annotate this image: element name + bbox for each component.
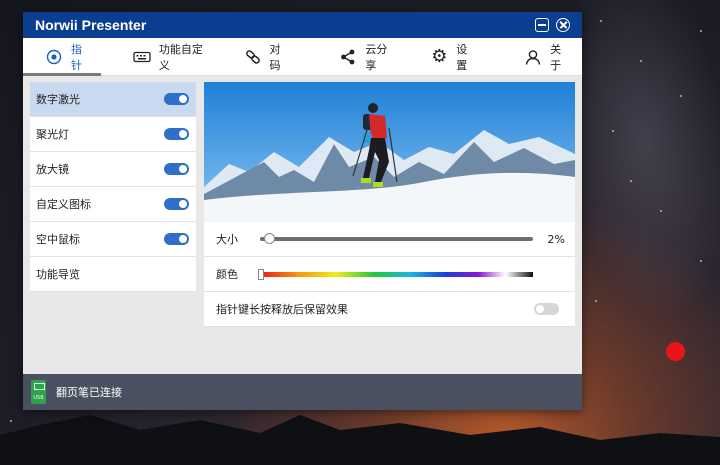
spotlight-toggle[interactable]	[164, 128, 189, 140]
minimize-button[interactable]	[535, 18, 549, 32]
preview-image	[204, 82, 575, 222]
sidebar-item-air-mouse[interactable]: 空中鼠标	[30, 222, 196, 257]
settings-panel: 大小 2% 颜色 指针键长按释放后保留效果	[204, 82, 575, 327]
size-value: 2%	[547, 232, 565, 246]
window-title: Norwii Presenter	[35, 17, 147, 33]
size-slider-thumb[interactable]	[264, 233, 275, 244]
usb-label: USB	[33, 395, 44, 401]
share-icon	[339, 48, 357, 66]
main-content: 数字激光 聚光灯 放大镜 自定义图标 空中鼠标 功能导览 大小 2% 颜色 指针…	[23, 76, 582, 374]
tab-label: 功能自定义	[158, 42, 203, 72]
keep-effect-row: 指针键长按释放后保留效果	[204, 292, 575, 327]
tab-label: 云分享	[365, 42, 388, 72]
tab-pairing[interactable]: 对码	[224, 38, 302, 76]
function-sidebar: 数字激光 聚光灯 放大镜 自定义图标 空中鼠标 功能导览	[30, 82, 196, 292]
presenter-window: Norwii Presenter 指针 功能自定义 对码 云分享 ⚙ 设置 关于…	[23, 12, 582, 410]
color-label: 颜色	[216, 268, 238, 281]
tab-label: 设置	[456, 42, 468, 72]
title-bar: Norwii Presenter	[23, 12, 582, 38]
sidebar-item-digital-laser[interactable]: 数字激光	[30, 82, 196, 117]
close-button[interactable]	[556, 18, 570, 32]
target-icon	[45, 48, 63, 66]
size-slider[interactable]	[260, 233, 533, 244]
sidebar-item-label: 空中鼠标	[36, 233, 80, 246]
tab-label: 指针	[70, 42, 82, 72]
color-slider-thumb[interactable]	[258, 268, 264, 280]
sidebar-item-label: 数字激光	[36, 93, 80, 106]
digital-laser-toggle[interactable]	[164, 93, 189, 105]
link-icon	[244, 48, 262, 66]
sidebar-item-label: 放大镜	[36, 163, 69, 176]
keep-effect-toggle[interactable]	[534, 303, 559, 315]
tab-bar: 指针 功能自定义 对码 云分享 ⚙ 设置 关于	[23, 38, 582, 76]
keyboard-icon	[133, 48, 151, 66]
sidebar-item-label: 聚光灯	[36, 128, 69, 141]
tab-custom-functions[interactable]: 功能自定义	[103, 38, 224, 76]
sidebar-item-custom-icon[interactable]: 自定义图标	[30, 187, 196, 222]
keep-effect-label: 指针键长按释放后保留效果	[216, 303, 348, 316]
custom-icon-toggle[interactable]	[164, 198, 189, 210]
sidebar-item-spotlight[interactable]: 聚光灯	[30, 117, 196, 152]
tab-cloud-share[interactable]: 云分享	[301, 38, 408, 76]
size-label: 大小	[216, 233, 238, 246]
size-row: 大小 2%	[204, 222, 575, 257]
color-spectrum-slider[interactable]	[258, 268, 533, 280]
usb-receiver-icon: USB	[31, 380, 46, 404]
color-row: 颜色	[204, 257, 575, 292]
sidebar-item-function-guide[interactable]: 功能导览	[30, 257, 196, 292]
sidebar-item-label: 功能导览	[36, 268, 80, 281]
user-icon	[524, 48, 542, 66]
gear-icon: ⚙	[431, 46, 448, 67]
tab-settings[interactable]: ⚙ 设置	[408, 38, 488, 76]
tab-label: 关于	[550, 42, 562, 72]
air-mouse-toggle[interactable]	[164, 233, 189, 245]
laser-pointer-dot	[666, 342, 685, 361]
sidebar-item-label: 自定义图标	[36, 198, 91, 211]
tab-label: 对码	[269, 42, 281, 72]
status-bar: USB 翻页笔已连接	[23, 374, 582, 410]
tab-about[interactable]: 关于	[488, 38, 582, 76]
connection-status: 翻页笔已连接	[56, 386, 122, 399]
sidebar-item-magnifier[interactable]: 放大镜	[30, 152, 196, 187]
tab-pointer[interactable]: 指针	[23, 38, 103, 76]
magnifier-toggle[interactable]	[164, 163, 189, 175]
